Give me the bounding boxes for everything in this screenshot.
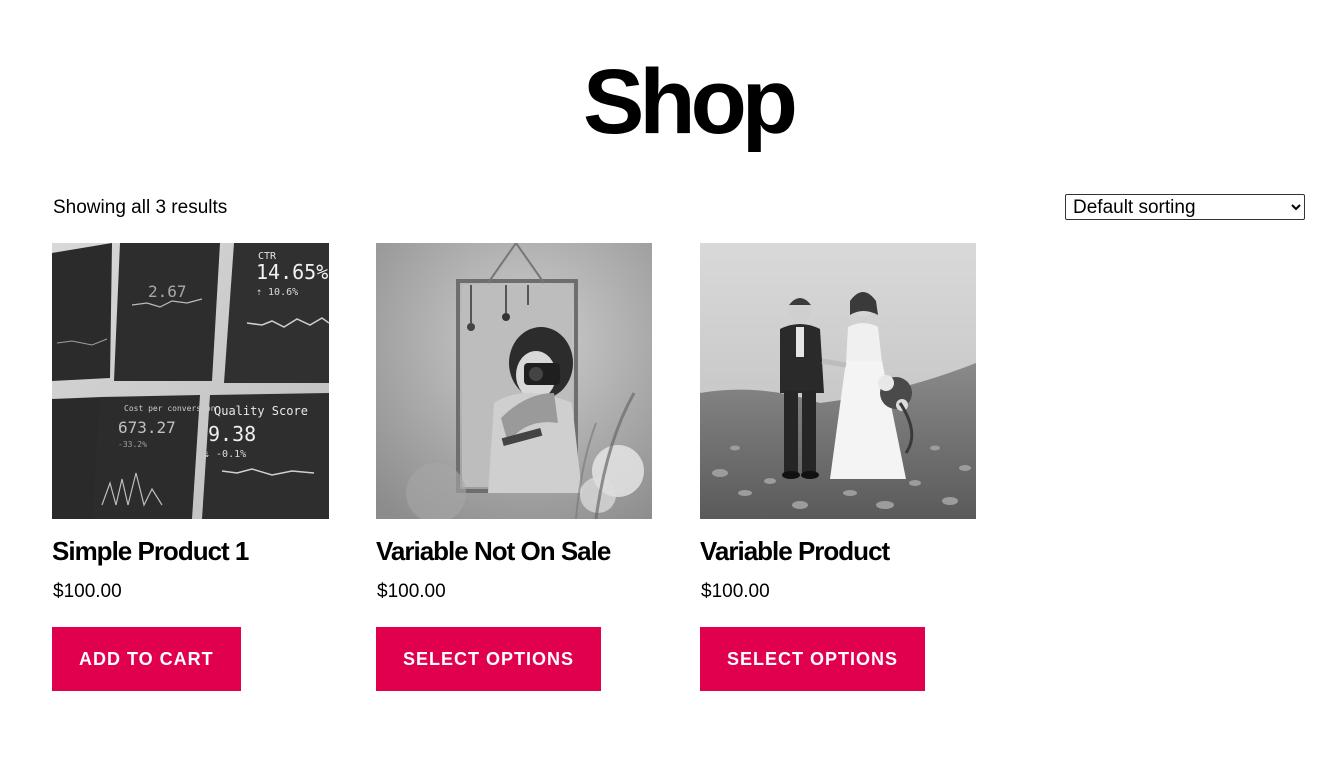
product-price: $100.00 (701, 581, 770, 602)
result-count: Showing all 3 results (53, 197, 228, 218)
select-options-button[interactable]: SELECT OPTIONS (700, 627, 926, 691)
image-cpc-value: 673.27 (118, 418, 176, 437)
shop-page: Shop Showing all 3 results Default sorti… (0, 0, 1344, 766)
sorting-select[interactable]: Default sorting (1065, 194, 1305, 220)
product-card: Variable Not On Sale $100.00 SELECT OPTI… (376, 243, 652, 691)
image-qs-label: Quality Score (214, 404, 308, 418)
wedding-couple-image (700, 243, 976, 519)
select-options-button[interactable]: SELECT OPTIONS (376, 627, 602, 691)
add-to-cart-button[interactable]: ADD TO CART (52, 627, 241, 691)
product-title[interactable]: Variable Product (700, 536, 890, 567)
image-misc-value: 2.67 (148, 282, 187, 301)
analytics-dashboard-image: CTR 14.65% ⇡ 10.6% 2.67 Cost per convers… (52, 243, 329, 519)
product-image-link[interactable] (700, 243, 976, 519)
product-price: $100.00 (377, 581, 446, 602)
product-card: Variable Product $100.00 SELECT OPTIONS (700, 243, 976, 691)
product-image-link[interactable] (376, 243, 652, 519)
woman-with-camera-image (376, 243, 652, 519)
product-price: $100.00 (53, 581, 122, 602)
product-image-link[interactable]: CTR 14.65% ⇡ 10.6% 2.67 Cost per convers… (52, 243, 329, 519)
image-qs-change: ⇣ -0.1% (204, 449, 246, 460)
product-title[interactable]: Simple Product 1 (52, 536, 249, 567)
image-cpc-change: -33.2% (118, 440, 147, 449)
product-title[interactable]: Variable Not On Sale (376, 536, 611, 567)
image-cpc-label: Cost per conversion (124, 404, 216, 413)
image-ctr-value: 14.65% (256, 260, 328, 284)
image-ctr-change: ⇡ 10.6% (256, 287, 298, 298)
page-title: Shop (583, 51, 798, 153)
product-card: CTR 14.65% ⇡ 10.6% 2.67 Cost per convers… (52, 243, 329, 691)
image-qs-value: 9.38 (208, 422, 256, 446)
